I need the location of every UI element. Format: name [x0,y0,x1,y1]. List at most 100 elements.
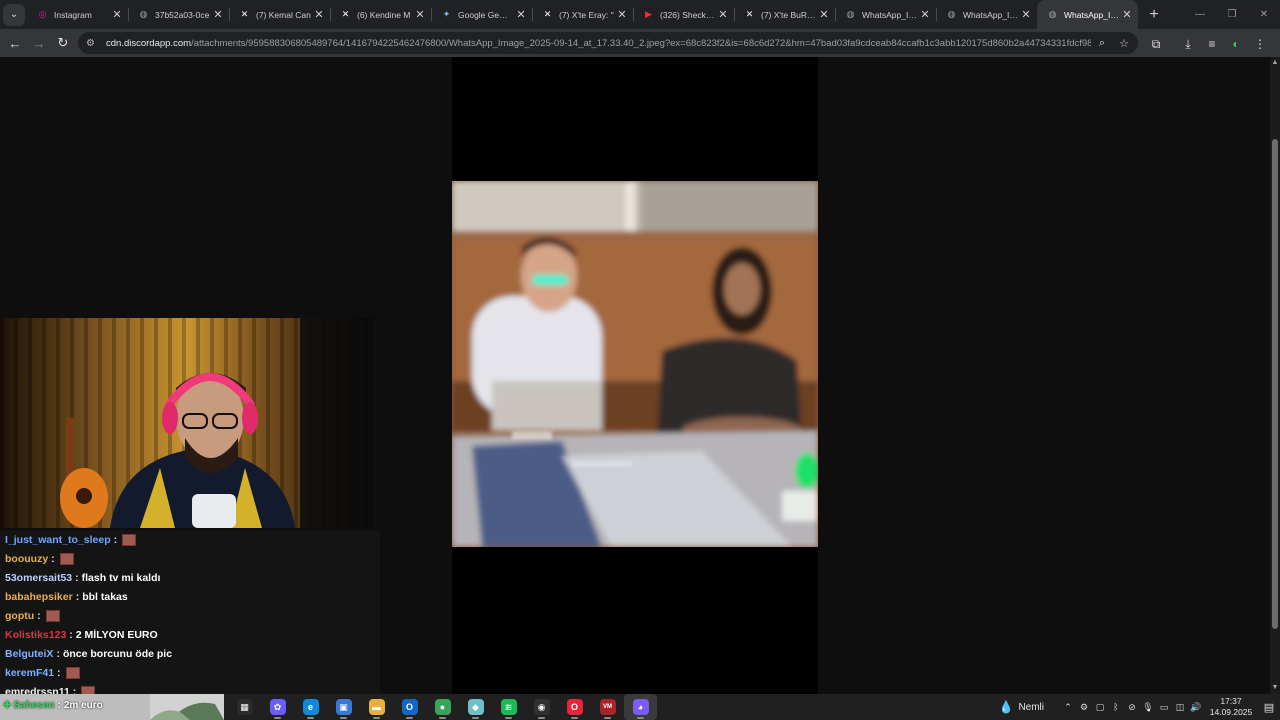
chat-separator: : [51,553,55,565]
browser-tab[interactable]: ◎ Instagram ✕ [27,0,128,29]
taskbar-app-button[interactable]: ≋ [492,694,525,720]
taskbar-app-button[interactable]: ◉ [525,694,558,720]
chat-separator: : [57,667,61,679]
emote-icon [59,553,74,565]
obs-icon: ◉ [533,699,550,715]
puzzle-icon: ⧉ [1151,36,1161,51]
clock[interactable]: 17:37 14.09.2025 [1208,696,1254,718]
browser-tab[interactable]: ◍ WhatsApp_Ima ✕ [1037,0,1138,29]
globe-icon: ◍ [846,9,855,19]
taskbar-app-button[interactable]: ▬ [360,694,393,720]
chat-username[interactable]: Kolistiks123 [5,629,66,641]
browser-tab[interactable]: ✦ Google Gemini ✕ [431,0,532,29]
scroll-down-icon[interactable]: ▼ [1271,684,1279,692]
weather-widget[interactable]: 💧 Nemli [998,700,1044,714]
bluetooth-icon[interactable]: ᛒ [1108,702,1124,712]
network-icon[interactable]: ◫ [1172,702,1188,713]
windows-taskbar: ✚ Sahesen : 2m euro ▦ ✿ e ▣ ▬ O ● ◆ ≋ ◉ O VM ◕ 💧 Nem… [0,694,1280,720]
crossed-icon[interactable]: ⊘ [1124,702,1140,713]
close-tab-icon[interactable]: ✕ [716,8,730,21]
browser-tab[interactable]: ✕ (7) Kemal Can ✕ [229,0,330,29]
chat-username[interactable]: goptu [5,610,34,622]
toolbar-right: ⧉ ⤓ ≡ ◐ ⋮ [1144,32,1272,56]
close-tab-icon[interactable]: ✕ [514,8,528,21]
taskbar-app-button[interactable]: O [393,694,426,720]
browser-tab[interactable]: ◍ WhatsApp_Ima ✕ [835,0,936,29]
preview-username: Sahesen [13,700,55,711]
minimize-button[interactable]: — [1184,0,1216,29]
bookmark-star-icon[interactable]: ☆ [1113,37,1135,50]
chat-username[interactable]: babahepsiker [5,591,73,603]
notifications-icon[interactable]: ▤ [1258,701,1280,714]
site-info-icon[interactable]: ⚙ [86,38,100,49]
chevron-up-icon[interactable]: ⌃ [1060,702,1076,713]
tray-app-icon[interactable]: ▢ [1092,702,1108,713]
taskbar-app-button[interactable]: VM [591,694,624,720]
browser-tab[interactable]: ✕ (7) X'te BuRaK ✕ [734,0,835,29]
x-logo-icon: ✕ [240,9,249,19]
emote-icon [65,667,80,679]
browser-tab[interactable]: ◍ 37b52a03-0ce ✕ [128,0,229,29]
close-tab-icon[interactable]: ✕ [1120,8,1134,21]
taskbar-app-button[interactable]: ◕ [624,694,657,720]
tab-title: (7) X'te BuRaK [761,9,817,20]
voicemeeter-icon: VM [599,699,616,715]
downloads-button[interactable]: ⤓ [1176,32,1200,56]
media-button[interactable]: ≡ [1200,32,1224,56]
forward-button[interactable]: → [27,31,51,55]
close-window-button[interactable]: ✕ [1248,0,1280,29]
browser-tab[interactable]: ✕ (7) X'te Eray: " ✕ [532,0,633,29]
close-tab-icon[interactable]: ✕ [413,8,427,21]
close-tab-icon[interactable]: ✕ [1019,8,1033,21]
microphone-icon[interactable]: 🎙 [1140,702,1156,713]
battery-icon[interactable]: ▭ [1156,702,1172,713]
close-tab-icon[interactable]: ✕ [817,8,831,21]
chat-username[interactable]: BelguteiX [5,648,53,660]
close-tab-icon[interactable]: ✕ [312,8,326,21]
chat-username[interactable]: boouuzy [5,553,48,565]
download-icon: ⤓ [1185,36,1191,51]
zoom-icon[interactable]: ⌕ [1091,37,1113,50]
back-button[interactable]: ← [3,31,27,55]
chat-message: babahepsiker: bbl takas [5,589,128,605]
taskbar-app-button[interactable]: ● [426,694,459,720]
taskbar-app-button[interactable]: ✿ [261,694,294,720]
scroll-up-icon[interactable]: ▲ [1271,59,1279,67]
reload-button[interactable]: ↻ [51,31,75,55]
menu-button[interactable]: ⋮ [1248,32,1272,56]
scroll-thumb[interactable] [1272,139,1278,629]
displayed-image[interactable] [452,181,818,547]
url-text[interactable]: cdn.discordapp.com/attachments/959588306… [106,38,1091,49]
address-bar[interactable]: ⚙ cdn.discordapp.com/attachments/9595883… [78,32,1138,54]
steam-icon[interactable]: ⚙ [1076,702,1092,713]
tab-title: WhatsApp_Ima [862,9,918,20]
globe-icon: ◍ [139,9,148,19]
browser-tab[interactable]: ▶ (326) Sheck W ✕ [633,0,734,29]
new-tab-button[interactable]: + [1142,3,1166,27]
taskbar-app-button[interactable]: O [558,694,591,720]
taskbar-app-button[interactable]: ▦ [228,694,261,720]
browser-tab[interactable]: ◍ WhatsApp_Ima ✕ [936,0,1037,29]
window-controls: — ❐ ✕ [1184,0,1280,29]
chat-username[interactable]: keremF41 [5,667,54,679]
volume-icon[interactable]: 🔊 [1188,702,1204,713]
globe-icon: ◍ [1048,9,1057,19]
taskbar-app-button[interactable]: ◆ [459,694,492,720]
profile-button[interactable]: ◐ [1224,32,1248,56]
extensions-button[interactable]: ⧉ [1144,32,1168,56]
close-tab-icon[interactable]: ✕ [615,8,629,21]
close-tab-icon[interactable]: ✕ [110,8,124,21]
tab-search-button[interactable]: ⌄ [3,3,25,26]
close-tab-icon[interactable]: ✕ [918,8,932,21]
chat-username[interactable]: I_just_want_to_sleep [5,534,111,546]
chat-username[interactable]: 53omersait53 [5,572,72,584]
chat-separator: : [37,610,41,622]
instagram-icon: ◎ [38,9,47,19]
page-scrollbar[interactable]: ▲ ▼ [1270,57,1280,694]
taskbar-app-button[interactable]: ▣ [327,694,360,720]
webcam-feed [0,318,373,528]
close-tab-icon[interactable]: ✕ [211,8,225,21]
maximize-button[interactable]: ❐ [1216,0,1248,29]
taskbar-app-button[interactable]: e [294,694,327,720]
browser-tab[interactable]: ✕ (6) Kendine M ✕ [330,0,431,29]
